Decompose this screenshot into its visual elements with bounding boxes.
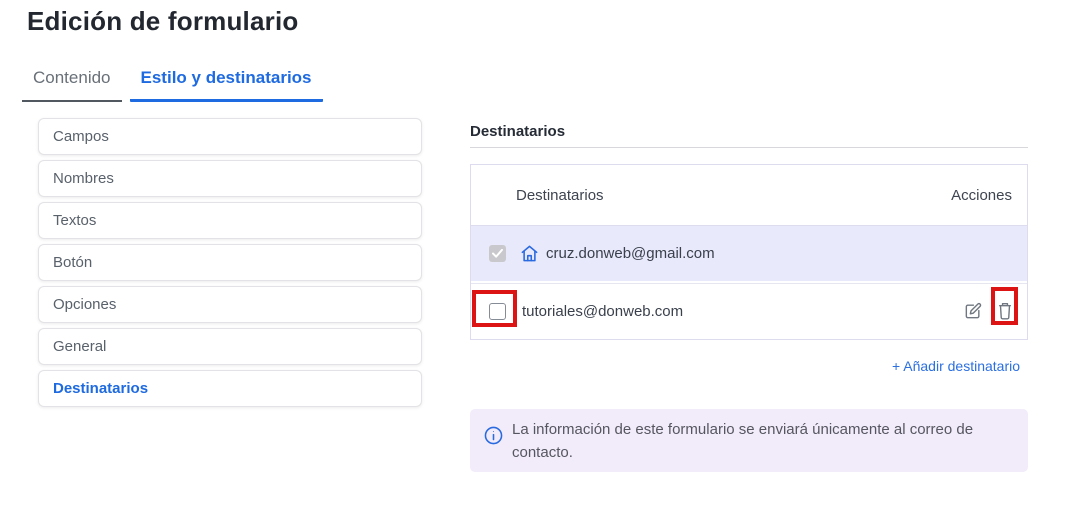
page-title: Edición de formulario [27,6,299,36]
recipients-table: Destinatarios Acciones cruz.donweb@gmail… [470,164,1028,340]
sidebar-item-campos[interactable]: Campos [38,118,422,155]
recipient-email: tutoriales@donweb.com [522,302,684,320]
sidebar-item-label: Campos [53,128,109,145]
sidebar-item-textos[interactable]: Textos [38,202,422,239]
table-row: tutoriales@donweb.com [471,281,1027,339]
table-header-row: Destinatarios Acciones [471,165,1027,225]
sidebar-item-label: Textos [53,212,97,229]
check-icon [492,249,503,258]
recipient-email: cruz.donweb@gmail.com [546,245,715,262]
tab-contenido[interactable]: Contenido [22,66,122,102]
sidebar-item-label: Destinatarios [53,380,149,397]
info-message: La información de este formulario se env… [512,421,974,461]
recipient-checkbox-checked [489,245,506,262]
sidebar-item-boton[interactable]: Botón [38,244,422,281]
recipients-section-title: Destinatarios [470,123,566,140]
home-icon [520,244,539,263]
sidebar-item-label: Botón [53,254,93,271]
sidebar-item-destinatarios[interactable]: Destinatarios [38,370,422,407]
edit-recipient-button[interactable] [963,301,983,321]
sidebar-item-label: General [53,338,107,355]
sidebar-item-nombres[interactable]: Nombres [38,160,422,197]
info-icon [483,425,504,446]
trash-icon [998,302,1012,320]
recipient-checkbox-unchecked[interactable] [489,302,506,320]
sidebar-item-label: Nombres [53,170,114,187]
add-recipient-link[interactable]: + Añadir destinatario [892,358,1020,374]
settings-accordion: Campos Nombres Textos Botón Opciones Gen… [38,118,422,412]
sidebar-item-general[interactable]: General [38,328,422,365]
section-divider [470,147,1028,148]
edit-icon [965,302,982,319]
recipients-panel: Destinatarios Destinatarios Acciones cru… [470,118,1028,472]
tab-bar: Contenido Estilo y destinatarios [22,66,323,102]
info-banner: La información de este formulario se env… [470,409,1028,472]
tab-estilo-y-destinatarios[interactable]: Estilo y destinatarios [129,66,323,102]
table-row: cruz.donweb@gmail.com [471,225,1027,281]
column-header-recipients: Destinatarios [516,186,604,204]
sidebar-item-label: Opciones [53,296,117,313]
column-header-actions: Acciones [951,186,1012,204]
row-actions [963,301,1027,321]
delete-recipient-button[interactable] [996,301,1014,321]
sidebar-item-opciones[interactable]: Opciones [38,286,422,323]
